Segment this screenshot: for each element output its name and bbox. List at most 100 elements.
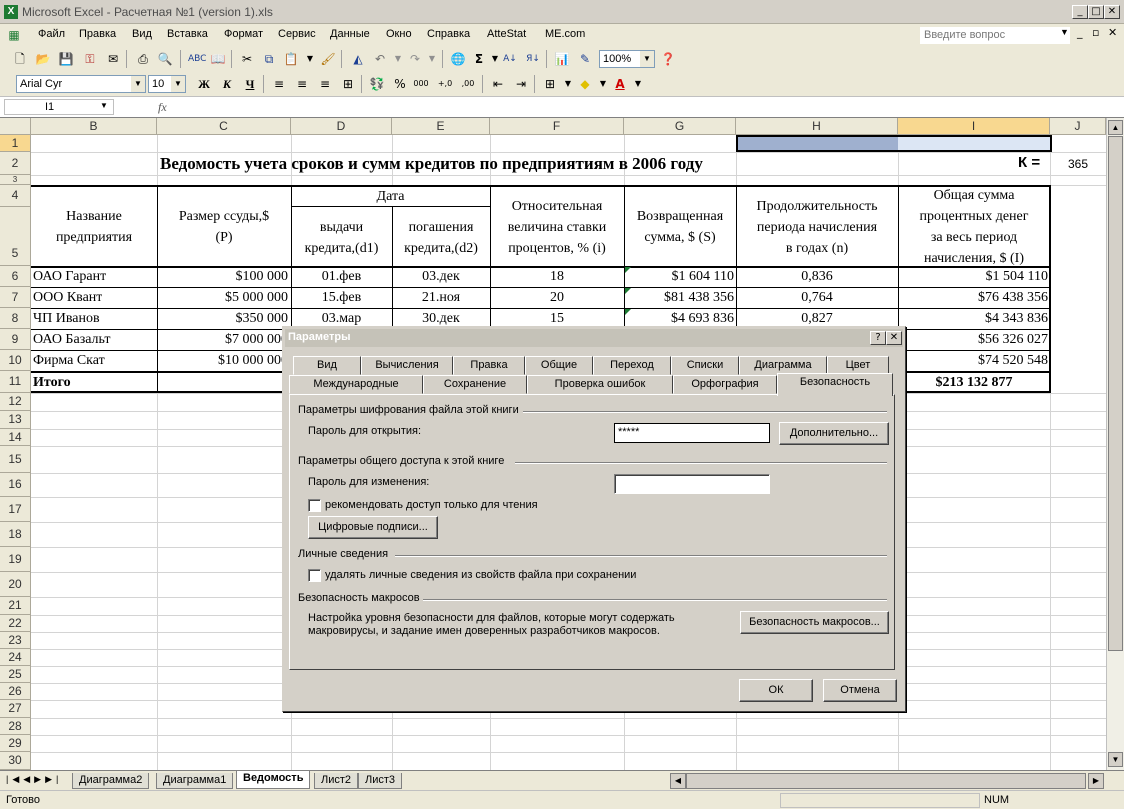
- scroll-down-icon[interactable]: ▼: [1108, 752, 1123, 767]
- menu-attestat[interactable]: AtteStat: [487, 28, 526, 40]
- company-name[interactable]: ОАО Базальт: [33, 332, 111, 348]
- row-header-3[interactable]: 3: [0, 175, 31, 185]
- interest-amount[interactable]: $4 343 836: [898, 311, 1048, 327]
- doc-close-icon[interactable]: ✕: [1108, 26, 1117, 39]
- scroll-left-icon[interactable]: ◀: [670, 773, 686, 789]
- period-years[interactable]: 0,764: [736, 290, 898, 306]
- interest-amount[interactable]: $74 520 548: [898, 353, 1048, 369]
- thousands-button[interactable]: 000: [413, 76, 429, 92]
- menu-file[interactable]: Файл: [38, 28, 65, 40]
- dialog-title-bar[interactable]: Параметры ? ✕: [285, 329, 903, 347]
- undo-dropdown-icon[interactable]: ▼: [390, 51, 406, 67]
- font-color-icon[interactable]: A: [612, 76, 628, 92]
- scroll-up-icon[interactable]: ▲: [1108, 120, 1123, 135]
- doc-minimize-icon[interactable]: _: [1077, 26, 1083, 39]
- decrease-indent-icon[interactable]: ⇤: [490, 76, 506, 92]
- rate-value[interactable]: 15: [490, 311, 624, 327]
- paste-icon[interactable]: 📋: [283, 51, 299, 67]
- save-icon[interactable]: 💾: [58, 51, 74, 67]
- sheet-tab-diagram2[interactable]: Диаграмма2: [72, 773, 150, 789]
- loan-amount[interactable]: $10 000 000: [157, 353, 288, 369]
- row-header-30[interactable]: 30: [0, 752, 31, 770]
- close-button[interactable]: ✕: [1104, 5, 1120, 19]
- sort-desc-icon[interactable]: Я↓: [525, 51, 541, 67]
- dialog-help-button[interactable]: ?: [870, 331, 886, 345]
- row-header-24[interactable]: 24: [0, 649, 31, 666]
- loan-amount[interactable]: $350 000: [157, 311, 289, 327]
- new-icon[interactable]: 🗋: [12, 51, 28, 67]
- fx-icon[interactable]: fx: [158, 100, 167, 115]
- rate-value[interactable]: 18: [490, 269, 624, 285]
- open-icon[interactable]: 📂: [35, 51, 51, 67]
- row-header-21[interactable]: 21: [0, 597, 31, 615]
- excel-app-icon[interactable]: X: [4, 5, 18, 19]
- cancel-button[interactable]: Отмена: [823, 679, 897, 702]
- fill-color-icon[interactable]: ◆: [577, 76, 593, 92]
- rate-value[interactable]: 20: [490, 290, 624, 306]
- align-right-icon[interactable]: ≡: [317, 76, 333, 92]
- zoom-dropdown-icon[interactable]: ▼: [640, 51, 654, 67]
- row-header-12[interactable]: 12: [0, 393, 31, 411]
- interest-amount[interactable]: $56 326 027: [898, 332, 1048, 348]
- undo-icon[interactable]: ↶: [372, 51, 388, 67]
- format-painter-icon[interactable]: 🖌: [320, 51, 336, 67]
- dialog-close-button[interactable]: ✕: [886, 331, 902, 345]
- preview-icon[interactable]: 🔍: [157, 51, 173, 67]
- sheet-tab-vedomost[interactable]: Ведомость: [236, 771, 311, 789]
- sort-asc-icon[interactable]: A↓: [502, 51, 518, 67]
- row-header-26[interactable]: 26: [0, 683, 31, 700]
- tab-edit[interactable]: Правка: [453, 356, 525, 375]
- maximize-button[interactable]: □: [1088, 5, 1104, 19]
- repay-date[interactable]: 21.ноя: [392, 290, 490, 306]
- row-header-7[interactable]: 7: [0, 287, 31, 308]
- readonly-checkbox-label[interactable]: рекомендовать доступ только для чтения: [325, 499, 538, 511]
- row-header-10[interactable]: 10: [0, 350, 31, 371]
- row-header-27[interactable]: 27: [0, 700, 31, 718]
- row-header-9[interactable]: 9: [0, 329, 31, 350]
- row-header-18[interactable]: 18: [0, 522, 31, 547]
- readonly-checkbox[interactable]: [308, 499, 321, 512]
- currency-icon[interactable]: 💱: [369, 76, 385, 92]
- row-header-11[interactable]: 11: [0, 371, 31, 393]
- tab-view[interactable]: Вид: [293, 356, 361, 375]
- formula-input[interactable]: [176, 99, 1116, 115]
- row-header-5[interactable]: 5: [0, 207, 31, 266]
- borders-dropdown-icon[interactable]: ▼: [560, 76, 576, 92]
- zoom-select[interactable]: 100% ▼: [599, 50, 655, 68]
- total-value[interactable]: $213 132 877: [898, 375, 1050, 391]
- row-header-14[interactable]: 14: [0, 429, 31, 446]
- ok-button[interactable]: ОК: [739, 679, 813, 702]
- tab-lists[interactable]: Списки: [671, 356, 739, 375]
- column-header-j[interactable]: J: [1050, 118, 1106, 135]
- digital-signatures-button[interactable]: Цифровые подписи...: [308, 516, 438, 539]
- chart-wizard-icon[interactable]: 📊: [554, 51, 570, 67]
- menu-data[interactable]: Данные: [330, 28, 370, 40]
- loan-amount[interactable]: $100 000: [157, 269, 289, 285]
- company-name[interactable]: ООО Квант: [33, 290, 102, 306]
- print-icon[interactable]: ⎙: [135, 51, 151, 67]
- repay-date[interactable]: 30.дек: [392, 311, 490, 327]
- column-header-g[interactable]: G: [624, 118, 736, 135]
- bold-button[interactable]: Ж: [196, 76, 212, 92]
- remove-personal-checkbox-label[interactable]: удалять личные сведения из свойств файла…: [325, 569, 636, 581]
- row-header-1[interactable]: 1: [0, 135, 31, 152]
- row-header-29[interactable]: 29: [0, 735, 31, 752]
- italic-button[interactable]: К: [219, 76, 235, 92]
- font-select[interactable]: Arial Cyr ▼: [16, 75, 146, 93]
- align-center-icon[interactable]: ≡: [294, 76, 310, 92]
- remove-personal-checkbox[interactable]: [308, 569, 321, 582]
- loan-amount[interactable]: $7 000 000: [157, 332, 288, 348]
- repay-date[interactable]: 03.дек: [392, 269, 490, 285]
- vertical-scroll-thumb[interactable]: [1108, 136, 1123, 651]
- menu-help[interactable]: Справка: [427, 28, 470, 40]
- row-header-13[interactable]: 13: [0, 411, 31, 429]
- row-header-17[interactable]: 17: [0, 497, 31, 522]
- font-dropdown-icon[interactable]: ▼: [131, 76, 145, 92]
- redo-dropdown-icon[interactable]: ▼: [424, 51, 440, 67]
- column-header-d[interactable]: D: [291, 118, 392, 135]
- column-header-f[interactable]: F: [490, 118, 624, 135]
- row-header-20[interactable]: 20: [0, 572, 31, 597]
- increase-indent-icon[interactable]: ⇥: [513, 76, 529, 92]
- autosum-dropdown-icon[interactable]: ▼: [487, 51, 503, 67]
- menu-mecom[interactable]: ME.com: [545, 28, 585, 40]
